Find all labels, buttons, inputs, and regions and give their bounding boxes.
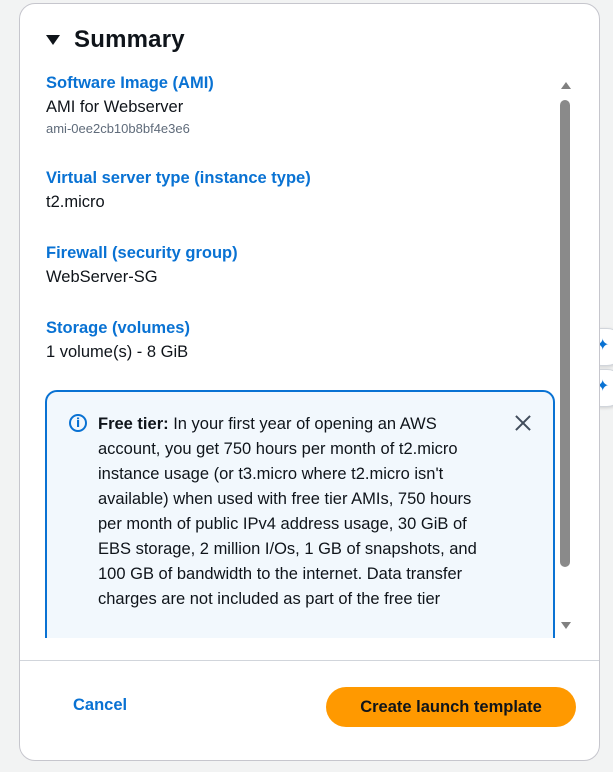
instance-type-value: t2.micro bbox=[46, 193, 105, 211]
summary-panel: Summary Software Image (AMI) AMI for Web… bbox=[19, 3, 600, 761]
scrollbar-thumb[interactable] bbox=[560, 100, 570, 567]
info-icon: i bbox=[69, 414, 87, 432]
free-tier-text: Free tier: In your first year of opening… bbox=[98, 412, 490, 612]
ami-id: ami-0ee2cb10b8bf4e3e6 bbox=[46, 121, 190, 136]
scrollbar[interactable] bbox=[558, 80, 574, 632]
ami-label[interactable]: Software Image (AMI) bbox=[46, 71, 214, 95]
summary-scroll-area: Software Image (AMI) AMI for Webserver a… bbox=[20, 68, 580, 638]
storage-label[interactable]: Storage (volumes) bbox=[46, 316, 190, 340]
free-tier-alert: i Free tier: In your first year of openi… bbox=[45, 390, 555, 638]
scroll-down-icon[interactable] bbox=[561, 622, 571, 629]
firewall-label[interactable]: Firewall (security group) bbox=[46, 241, 238, 265]
create-launch-template-button[interactable]: Create launch template bbox=[326, 687, 576, 727]
scroll-up-icon[interactable] bbox=[561, 82, 571, 89]
free-tier-title: Free tier: bbox=[98, 415, 169, 433]
close-icon[interactable] bbox=[512, 412, 534, 434]
summary-header[interactable]: Summary bbox=[46, 26, 185, 54]
cancel-button[interactable]: Cancel bbox=[73, 696, 127, 715]
free-tier-body: In your first year of opening an AWS acc… bbox=[98, 415, 477, 608]
storage-value: 1 volume(s) - 8 GiB bbox=[46, 343, 189, 361]
ami-value: AMI for Webserver bbox=[46, 98, 184, 116]
summary-item-ami: Software Image (AMI) AMI for Webserver a… bbox=[46, 71, 214, 139]
summary-item-firewall: Firewall (security group) WebServer-SG bbox=[46, 241, 238, 289]
firewall-value: WebServer-SG bbox=[46, 268, 158, 286]
caret-down-icon[interactable] bbox=[46, 35, 60, 45]
summary-item-instance-type: Virtual server type (instance type) t2.m… bbox=[46, 166, 311, 214]
footer-divider bbox=[20, 660, 599, 661]
instance-type-label[interactable]: Virtual server type (instance type) bbox=[46, 166, 311, 190]
summary-title: Summary bbox=[74, 26, 185, 53]
summary-item-storage: Storage (volumes) 1 volume(s) - 8 GiB bbox=[46, 316, 190, 364]
